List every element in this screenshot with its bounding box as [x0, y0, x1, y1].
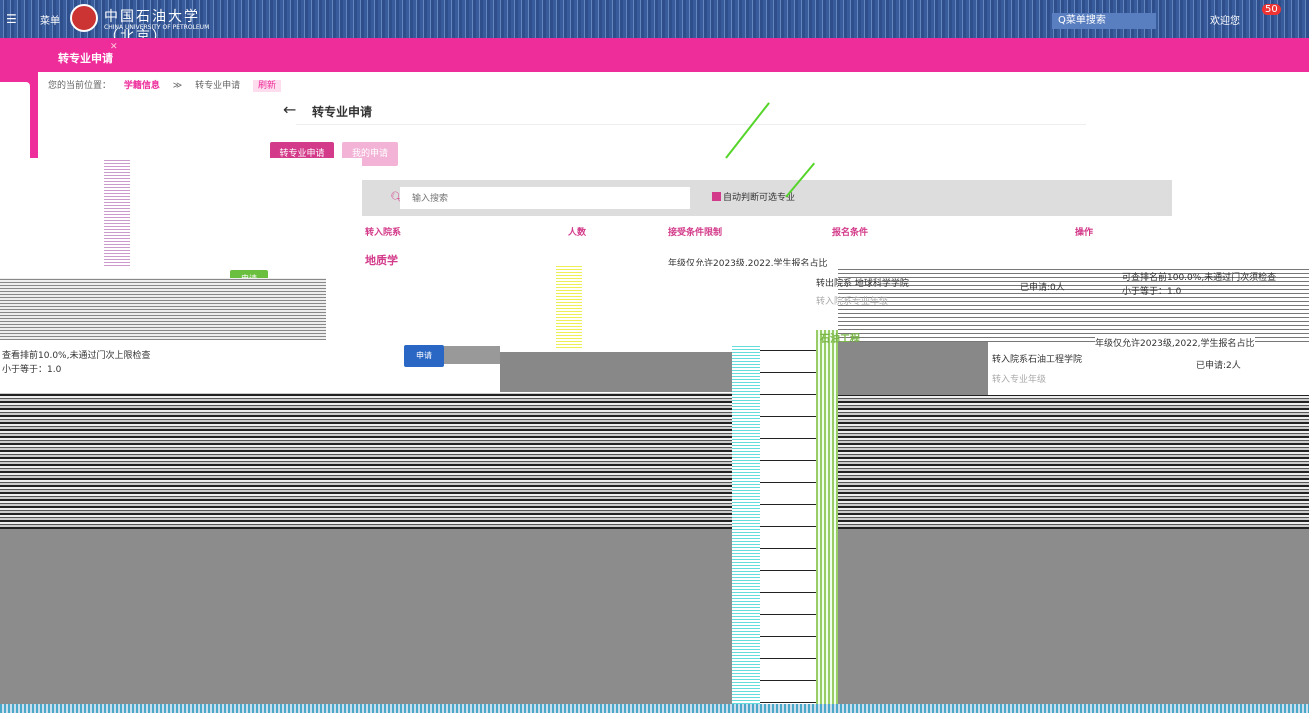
render-artifact-grey-bottom-right	[838, 529, 1309, 707]
college-a-text: 转出院系 地球科学学院	[816, 279, 909, 289]
refresh-button[interactable]: 刷新	[252, 80, 281, 92]
lte-a-text: 小于等于：1.0	[1122, 287, 1182, 297]
render-artifact-stripes-main	[0, 393, 732, 529]
breadcrumb-prefix: 您的当前位置：	[48, 81, 112, 91]
render-artifact-cyan	[732, 345, 760, 713]
menu-icon[interactable]: ☰	[6, 12, 17, 26]
column-header-actions: 操作	[1075, 228, 1094, 238]
user-greeting[interactable]: 欢迎您	[1210, 12, 1240, 27]
render-artifact-dots	[104, 158, 130, 266]
column-header-count: 人数	[568, 228, 587, 238]
column-header-limits: 接受条件限制	[668, 228, 723, 238]
render-artifact-stripes	[0, 278, 326, 340]
render-artifact-bottom-bar	[0, 704, 1309, 713]
tab-close-icon[interactable]: ✕	[110, 42, 118, 52]
breadcrumb-transfer[interactable]: 转专业申请	[195, 81, 240, 91]
rank-b-text: 查看排前10.0%,未通过门次上限检查	[2, 351, 151, 361]
render-artifact-grey-2	[500, 352, 732, 392]
tab-bar: 转专业申请 ✕	[0, 38, 1309, 72]
breadcrumb: 您的当前位置： 学籍信息 ≫ 转专业申请 刷新	[48, 78, 291, 92]
rank-a-text: 可查排名前100.0%,未通过门次须检查	[1122, 273, 1277, 283]
render-artifact-stripes-bottom-right	[838, 395, 1309, 529]
sidebar-panel	[0, 82, 30, 162]
sidebar	[0, 72, 38, 162]
column-header-conditions: 报名条件	[832, 228, 869, 238]
render-artifact-grey-right	[838, 342, 988, 395]
major-a-text: 转入院系专业年级	[816, 297, 889, 307]
applied-a-text: 已申请:0人	[1020, 283, 1065, 293]
row-b-content	[988, 342, 1309, 395]
title-divider	[296, 124, 1086, 125]
render-artifact-rows	[760, 345, 816, 703]
search-input[interactable]	[400, 187, 690, 209]
college-b-text: 转入院系石油工程学院	[992, 355, 1083, 365]
breadcrumb-student-info[interactable]: 学籍信息	[124, 81, 160, 91]
render-artifact-grey-main	[0, 529, 732, 707]
menu-search-box[interactable]: Q菜单搜索	[1052, 13, 1156, 29]
annotation-arrow-line	[725, 102, 770, 159]
university-logo: 中国石油大学（北京） CHINA UNIVERSITY OF PETROLEUM	[70, 4, 230, 38]
breadcrumb-separator: ≫	[172, 81, 183, 91]
auto-detect-checkbox[interactable]: 自动判断可选专业	[712, 190, 795, 203]
university-seal-icon	[70, 4, 98, 32]
checkbox-checked-icon[interactable]	[712, 192, 721, 201]
limit-b-text: 年级仅允许2023级,2022,学生报名占比	[1095, 336, 1255, 349]
render-artifact-green	[816, 330, 838, 704]
top-navigation-bar: ☰ 菜单 中国石油大学（北京） CHINA UNIVERSITY OF PETR…	[0, 0, 1309, 38]
major-b-text: 转入专业年级	[992, 375, 1047, 385]
menu-label[interactable]: 菜单	[40, 12, 60, 27]
auto-detect-label: 自动判断可选专业	[723, 193, 796, 203]
logo-chinese-name: 中国石油大学（北京）	[104, 9, 200, 38]
render-artifact-yellow	[556, 266, 582, 348]
notification-badge[interactable]: 50	[1262, 4, 1281, 15]
applied-b-text: 已申请:2人	[1196, 361, 1241, 371]
page-title: 转专业申请	[312, 105, 373, 119]
apply-button-blue[interactable]: 申请	[404, 345, 444, 367]
logo-english-name: CHINA UNIVERSITY OF PETROLEUM	[104, 24, 210, 31]
tab-transfer-major[interactable]: 转专业申请	[58, 50, 113, 66]
back-arrow-icon[interactable]: ←	[283, 100, 296, 119]
render-artifact-grey	[444, 346, 500, 364]
column-header-department: 转入院系	[365, 228, 402, 238]
left-blank-area	[0, 158, 362, 270]
lte-b-text: 小于等于：1.0	[2, 365, 62, 375]
